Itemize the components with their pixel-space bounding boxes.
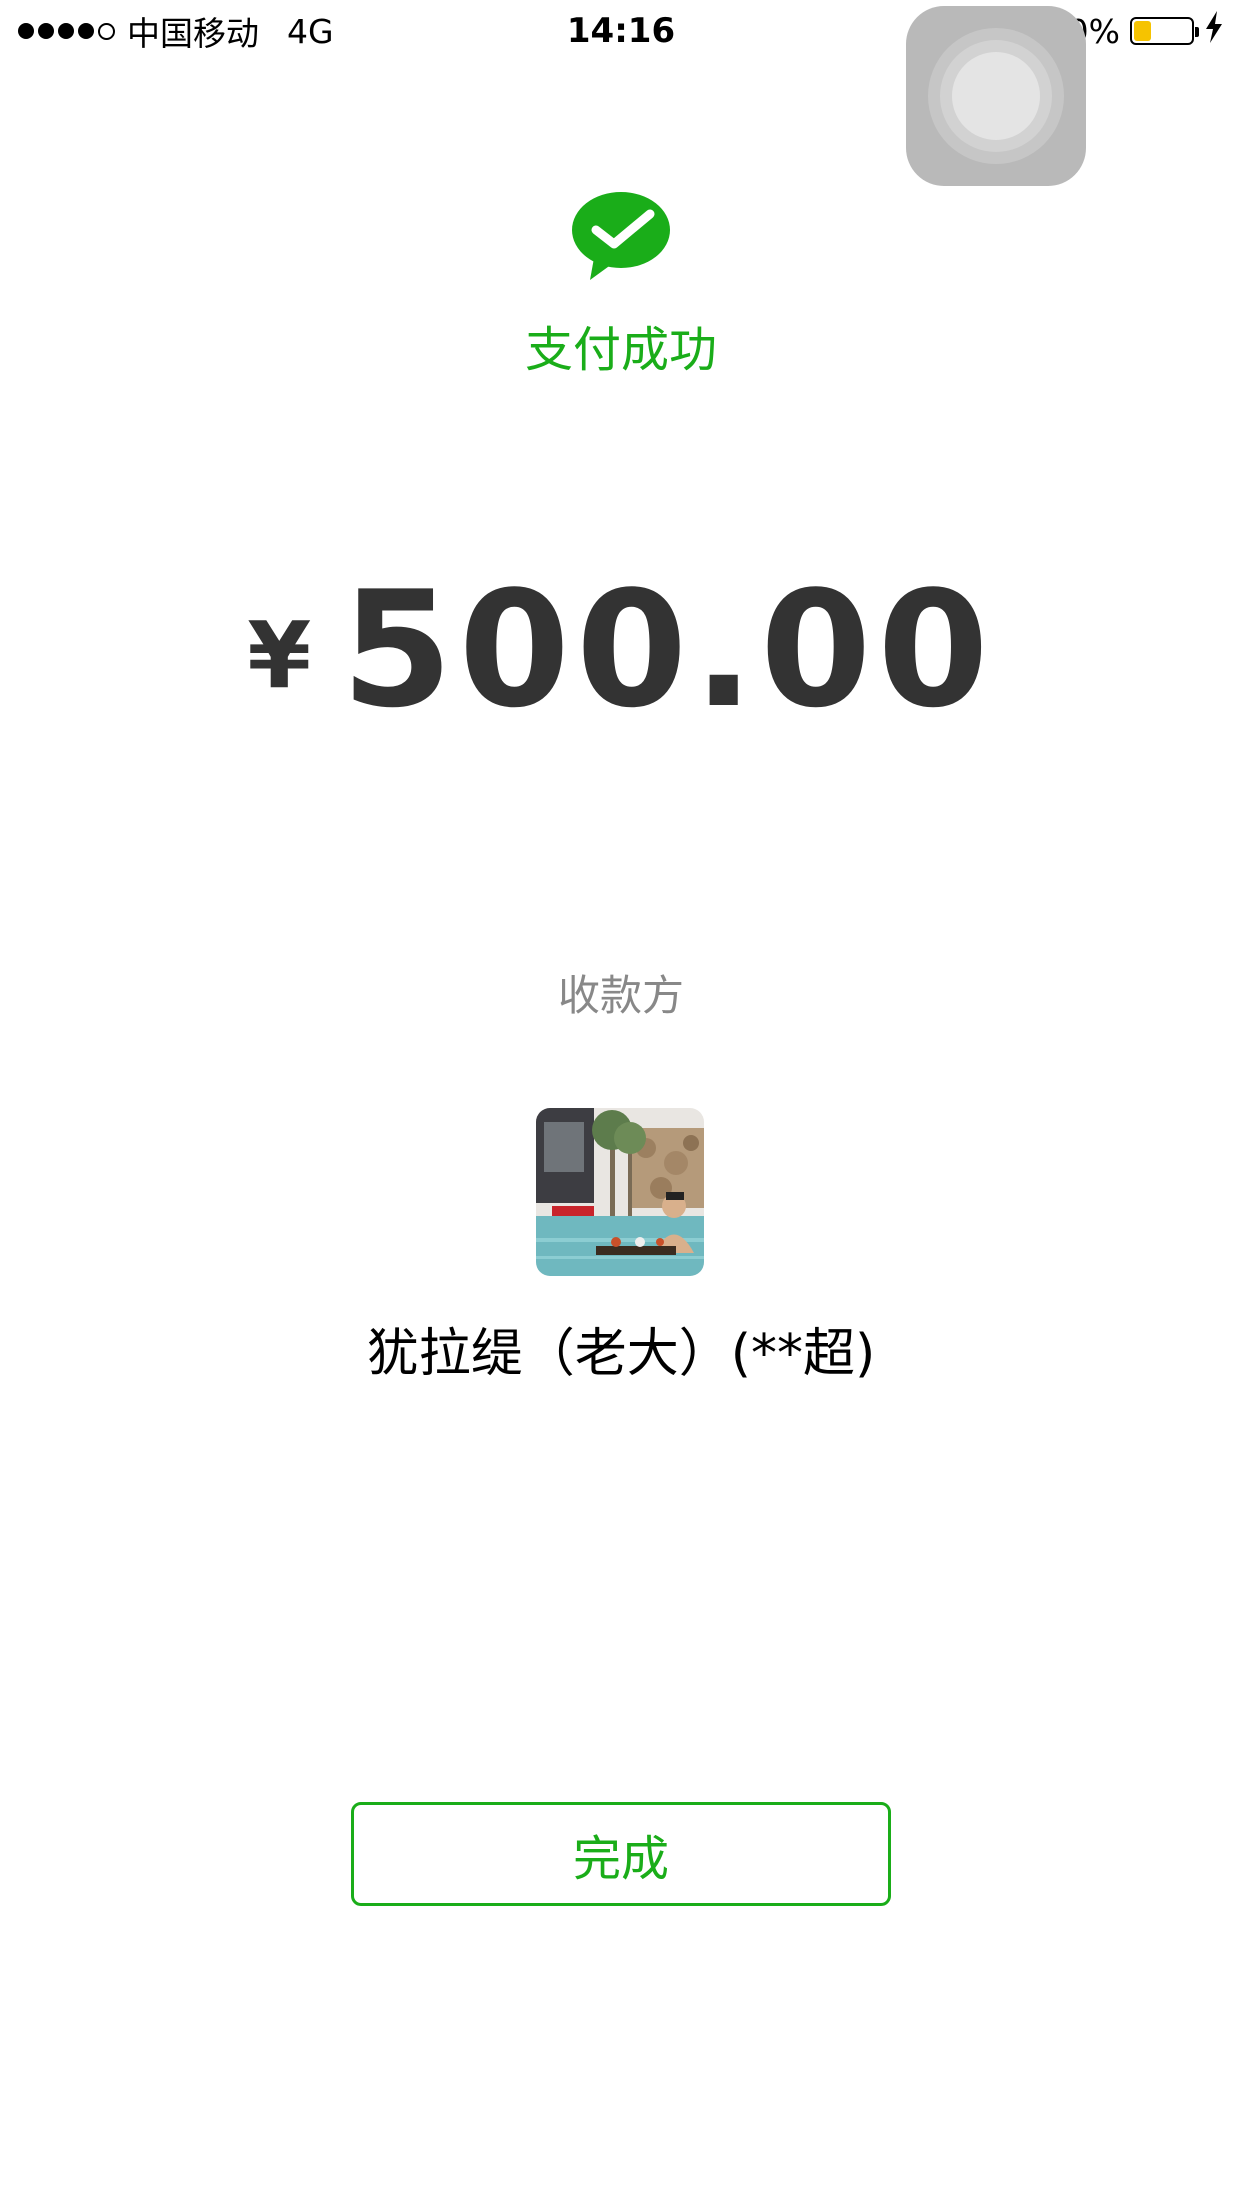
- amount-value: 500.00: [341, 556, 995, 743]
- payee-avatar: [536, 1108, 704, 1276]
- payment-amount: ¥ 500.00: [0, 570, 1242, 730]
- payee-label: 收款方: [557, 971, 684, 1020]
- battery-level-fill: [1134, 21, 1151, 41]
- charging-icon: [1204, 10, 1224, 52]
- wechat-pay-success-icon: [570, 190, 672, 282]
- assistive-touch-button[interactable]: [906, 6, 1086, 186]
- payee-name: 犹拉缇（老大）(**超): [366, 1324, 876, 1384]
- done-button[interactable]: 完成: [351, 1802, 891, 1906]
- payment-status-title: 支付成功: [524, 322, 717, 378]
- battery-icon: [1130, 17, 1199, 45]
- currency-symbol: ¥: [247, 602, 312, 709]
